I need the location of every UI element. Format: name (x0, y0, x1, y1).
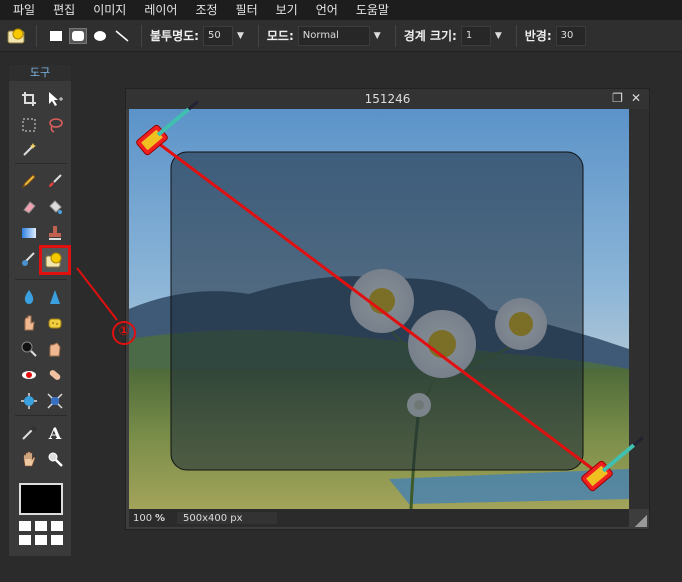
divider (15, 163, 67, 164)
opacity-dropdown-icon[interactable]: ▼ (237, 31, 244, 41)
divider (515, 24, 517, 47)
toolbox-panel: 도구 A (8, 64, 72, 557)
divider (141, 24, 142, 47)
zoom-icon[interactable] (43, 447, 67, 471)
opacity-field[interactable]: 50 (202, 25, 233, 46)
pinch-icon[interactable] (43, 389, 67, 413)
border-size-dropdown-icon[interactable]: ▼ (495, 31, 502, 41)
preset-swatch[interactable] (51, 535, 63, 545)
preset-swatch[interactable] (51, 521, 63, 531)
drawing-tool-icon (6, 26, 28, 46)
spot-heal-icon[interactable] (43, 363, 67, 387)
divider (257, 24, 259, 47)
zoom-field[interactable]: 100 (129, 513, 153, 524)
preset-swatch[interactable] (19, 521, 31, 531)
type-icon[interactable]: A (43, 421, 67, 445)
toolbox-title: 도구 (9, 65, 71, 81)
photo (129, 109, 629, 509)
vertical-scrollbar[interactable] (629, 109, 649, 509)
menu-language[interactable]: 언어 (307, 0, 347, 20)
mode-label: 모드: (266, 29, 294, 43)
menu-bar: 파일 편집 이미지 레이어 조정 필터 보기 언어 도움말 (0, 0, 682, 20)
eraser-icon[interactable] (17, 195, 41, 219)
sponge-icon[interactable] (43, 311, 67, 335)
drawing-tool-button[interactable] (39, 245, 71, 275)
fill-bucket-icon[interactable] (43, 195, 67, 219)
pencil-icon[interactable] (17, 169, 41, 193)
preset-swatch[interactable] (19, 535, 31, 545)
radius-field[interactable]: 30 (555, 25, 586, 46)
move-icon[interactable] (43, 87, 67, 111)
bloat-icon[interactable] (17, 389, 41, 413)
rectangle-shape-icon[interactable] (47, 28, 65, 44)
menu-layer[interactable]: 레이어 (135, 0, 186, 20)
menu-edit[interactable]: 편집 (44, 0, 84, 20)
resize-grip-icon[interactable] (635, 515, 647, 527)
gradient-icon[interactable] (17, 221, 41, 245)
mode-select[interactable]: Normal (297, 25, 370, 46)
callout-line (76, 267, 118, 321)
border-size-field[interactable]: 1 (460, 25, 491, 46)
image-dimensions: 500x400 px (177, 512, 278, 524)
magic-wand-icon[interactable] (17, 137, 41, 161)
divider (15, 415, 67, 416)
menu-adjust[interactable]: 조정 (186, 0, 226, 20)
smudge-icon[interactable] (17, 311, 41, 335)
primary-color-swatch[interactable] (19, 483, 63, 515)
hand-icon[interactable] (17, 447, 41, 471)
document-title: 151246 (364, 92, 411, 106)
mode-dropdown-icon[interactable]: ▼ (374, 31, 381, 41)
image-canvas[interactable] (129, 109, 629, 509)
document-title-bar: 151246 ❐ ✕ (126, 89, 649, 109)
brush-icon[interactable] (43, 169, 67, 193)
blur-icon[interactable] (17, 285, 41, 309)
dodge-icon[interactable] (17, 337, 41, 361)
color-picker-icon[interactable] (17, 421, 41, 445)
sharpen-icon[interactable] (43, 285, 67, 309)
menu-filter[interactable]: 필터 (227, 0, 267, 20)
menu-image[interactable]: 이미지 (84, 0, 135, 20)
marquee-icon[interactable] (17, 113, 41, 137)
color-presets (19, 521, 63, 545)
divider (394, 24, 396, 47)
border-size-label: 경계 크기: (403, 29, 457, 43)
opacity-label: 불투명도: (150, 29, 199, 43)
burn-icon[interactable] (43, 337, 67, 361)
red-eye-icon[interactable] (17, 363, 41, 387)
menu-file[interactable]: 파일 (4, 0, 44, 20)
restore-icon[interactable]: ❐ (612, 91, 623, 105)
callout-marker: ① (118, 324, 130, 339)
ellipse-shape-icon[interactable] (91, 28, 109, 44)
options-bar: 불투명도: 50 ▼ 모드: Normal ▼ 경계 크기: 1 ▼ 반경: 3… (0, 20, 682, 52)
crop-icon[interactable] (17, 87, 41, 111)
preset-swatch[interactable] (35, 521, 47, 531)
radius-label: 반경: (524, 29, 552, 43)
menu-help[interactable]: 도움말 (347, 0, 398, 20)
color-replace-icon[interactable] (17, 247, 41, 271)
lasso-icon[interactable] (43, 113, 67, 137)
preset-swatch[interactable] (35, 535, 47, 545)
clone-stamp-icon[interactable] (43, 221, 67, 245)
menu-view[interactable]: 보기 (267, 0, 307, 20)
line-shape-icon[interactable] (113, 28, 131, 44)
close-icon[interactable]: ✕ (631, 91, 641, 105)
divider (15, 279, 67, 280)
rounded-rectangle-shape-icon[interactable] (69, 27, 87, 44)
status-bar: 100 % 500x400 px (129, 509, 629, 527)
document-window: 151246 ❐ ✕ 100 % 500x400 px (125, 88, 650, 530)
divider (36, 24, 37, 47)
window-controls: ❐ ✕ (612, 91, 641, 105)
zoom-unit: % (155, 512, 166, 524)
